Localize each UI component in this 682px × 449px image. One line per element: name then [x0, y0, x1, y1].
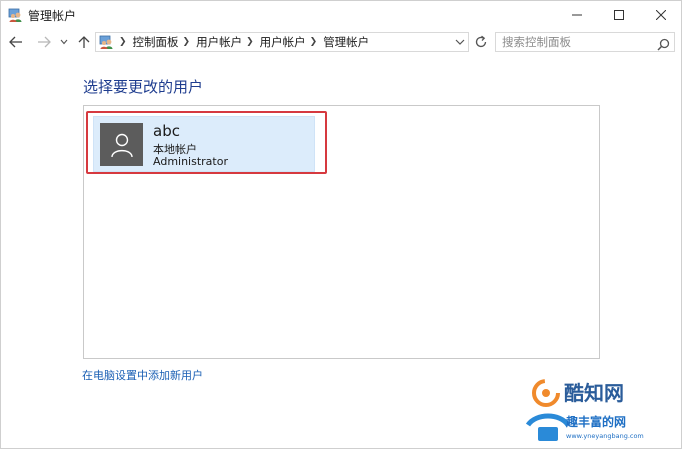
users-control-panel-icon: [8, 7, 24, 23]
address-bar[interactable]: ❯ 控制面板 ❯ 用户帐户 ❯ 用户帐户 ❯ 管理帐户: [95, 32, 469, 52]
minimize-icon: [572, 14, 582, 16]
back-button[interactable]: [7, 32, 25, 52]
watermark-sub-brand: 趣丰富的网: [565, 414, 626, 429]
navigation-bar: ❯ 控制面板 ❯ 用户帐户 ❯ 用户帐户 ❯ 管理帐户: [1, 29, 681, 55]
maximize-icon: [614, 10, 624, 20]
forward-button[interactable]: [35, 32, 53, 52]
title-bar: 管理帐户: [1, 1, 681, 29]
breadcrumb-user-accounts-sub[interactable]: 用户帐户: [260, 34, 306, 50]
close-button[interactable]: [641, 1, 681, 29]
chevron-down-icon: [455, 39, 465, 45]
watermark-logo-icon: [525, 379, 571, 441]
breadcrumb-separator-icon[interactable]: ❯: [119, 37, 127, 47]
watermark-brand: 酷知网: [564, 381, 624, 405]
search-box: [495, 32, 675, 52]
users-control-panel-icon: [99, 34, 115, 50]
arrow-right-icon: [38, 36, 51, 48]
watermark: 酷知网 趣丰富的网 www.yneyangbang.com: [525, 379, 644, 441]
user-list: abc 本地帐户 Administrator: [83, 105, 600, 359]
user-role: Administrator: [153, 155, 228, 168]
minimize-button[interactable]: [557, 1, 597, 29]
breadcrumb-separator-icon[interactable]: ❯: [310, 37, 318, 47]
watermark-url: www.yneyangbang.com: [566, 432, 644, 440]
breadcrumb-control-panel[interactable]: 控制面板: [133, 34, 179, 50]
close-icon: [656, 10, 666, 20]
avatar: [100, 123, 143, 166]
search-icon[interactable]: [657, 36, 670, 51]
address-history-button[interactable]: [454, 36, 466, 48]
recent-locations-button[interactable]: [57, 32, 71, 52]
breadcrumb-user-accounts[interactable]: 用户帐户: [196, 34, 242, 50]
window-title: 管理帐户: [28, 9, 77, 23]
arrow-up-icon: [78, 36, 90, 48]
breadcrumb-manage-accounts[interactable]: 管理帐户: [323, 34, 369, 50]
user-tile-abc[interactable]: abc 本地帐户 Administrator: [93, 116, 315, 172]
refresh-button[interactable]: [471, 32, 491, 52]
breadcrumb-separator-icon[interactable]: ❯: [183, 37, 191, 47]
chevron-down-icon: [60, 39, 68, 45]
user-name: abc: [153, 122, 180, 140]
search-input[interactable]: [496, 33, 652, 51]
maximize-button[interactable]: [599, 1, 639, 29]
add-user-link[interactable]: 在电脑设置中添加新用户: [82, 367, 203, 383]
up-button[interactable]: [75, 32, 93, 52]
page-heading: 选择要更改的用户: [83, 78, 204, 96]
refresh-icon: [475, 35, 487, 48]
arrow-left-icon: [9, 36, 22, 48]
manage-accounts-window: 管理帐户 ❯ 控制面板 ❯ 用户帐户 ❯ 用户帐户 ❯ 管理帐户 搜索控制面板 …: [0, 0, 682, 449]
breadcrumb-separator-icon[interactable]: ❯: [246, 37, 254, 47]
user-silhouette-icon: [110, 133, 133, 157]
